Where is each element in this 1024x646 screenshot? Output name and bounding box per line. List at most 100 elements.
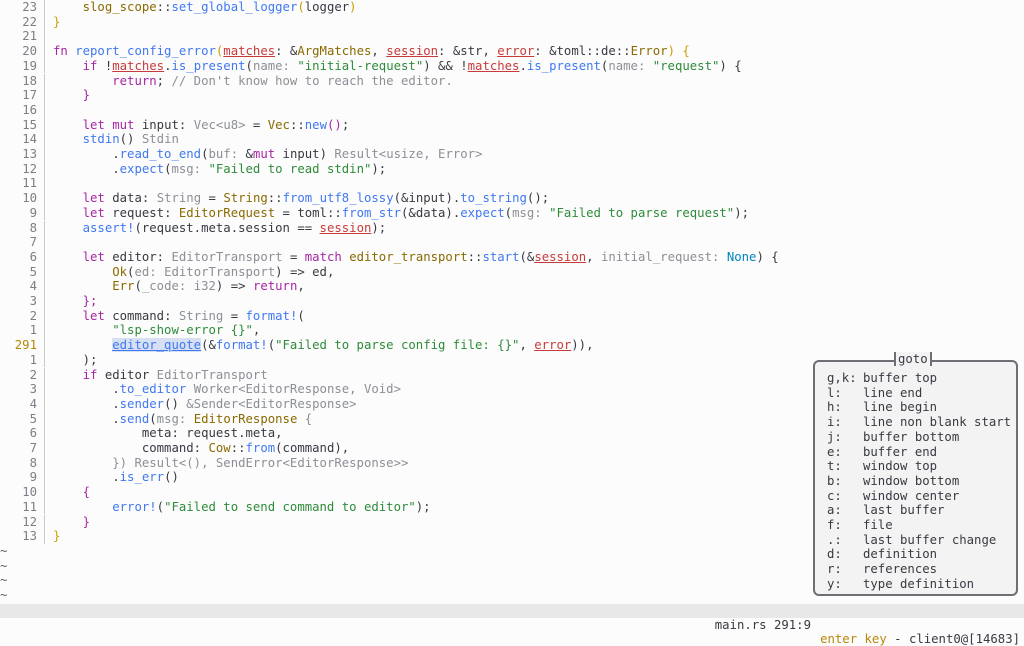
goto-menu-item[interactable]: t: window top — [827, 459, 937, 474]
code-text[interactable]: let editor: EditorTransport = match edit… — [53, 250, 779, 265]
code-line[interactable]: 2 let command: String = format!( — [0, 308, 1024, 324]
code-text[interactable]: .is_err() — [53, 470, 179, 485]
code-line[interactable]: 16 — [0, 102, 1024, 118]
line-number: 5 — [29, 264, 37, 279]
code-text[interactable]: let mut input: Vec<u8> = Vec::new(); — [53, 117, 350, 133]
code-text[interactable]: .read_to_end(buf: &mut input) Result<usi… — [53, 147, 482, 162]
code-text[interactable]: command: Cow::from(command), — [53, 441, 349, 456]
goto-menu-item[interactable]: b: window bottom — [827, 474, 959, 489]
code-line[interactable]: 5 Ok(ed: EditorTransport) => ed, — [0, 264, 1024, 280]
code-text[interactable]: } — [53, 88, 90, 103]
goto-menu-label: definition — [863, 547, 938, 562]
code-line[interactable]: 15 let mut input: Vec<u8> = Vec::new(); — [0, 117, 1024, 133]
code-token: slog_scope — [82, 0, 157, 14]
code-token: ; — [341, 117, 350, 132]
code-line[interactable]: 8 assert!(request.meta.session == sessio… — [0, 220, 1024, 236]
goto-menu-item[interactable]: j: buffer bottom — [827, 430, 959, 445]
code-line[interactable]: 17 } — [0, 88, 1024, 103]
code-line[interactable]: 12 .expect(msg: "Failed to read stdin"); — [0, 161, 1024, 177]
code-text[interactable]: { — [53, 485, 90, 500]
gutter-separator — [44, 58, 53, 74]
goto-menu-item[interactable]: i: line non blank start — [827, 415, 1011, 430]
code-text[interactable]: if !matches.is_present(name: "initial-re… — [53, 59, 742, 74]
code-text[interactable]: let data: String = String::from_utf8_los… — [53, 191, 550, 206]
gutter-separator — [44, 264, 53, 280]
code-text[interactable]: .sender() &Sender<EditorResponse> — [53, 397, 356, 412]
code-text[interactable]: meta: request.meta, — [53, 426, 283, 441]
goto-menu-item[interactable]: .: last buffer change — [827, 533, 996, 548]
code-line[interactable]: 23 slog_scope::set_global_logger(logger) — [0, 0, 1024, 15]
goto-menu-item[interactable]: f: file — [827, 518, 893, 533]
code-token: error! — [112, 499, 157, 514]
goto-menu-item[interactable]: r: references — [827, 562, 937, 577]
code-text[interactable]: } — [53, 15, 60, 30]
code-text[interactable]: slog_scope::set_global_logger(logger) — [53, 0, 357, 15]
gutter-separator — [44, 441, 53, 456]
code-text[interactable]: }) Result<(), SendError<EditorResponse>> — [53, 456, 408, 471]
code-text[interactable]: Ok(ed: EditorTransport) => ed, — [53, 265, 334, 280]
goto-menu-item[interactable]: y: type definition — [827, 577, 974, 592]
code-line[interactable]: 10 let data: String = String::from_utf8_… — [0, 191, 1024, 206]
code-token: , — [519, 338, 535, 353]
code-line[interactable]: 20 fn report_config_error(matches: &ArgMa… — [0, 44, 1024, 59]
code-line[interactable]: 18 return; // Don't know how to reach th… — [0, 73, 1024, 89]
code-text[interactable]: "lsp-show-error {}", — [53, 323, 260, 338]
code-token: ); — [53, 352, 98, 367]
code-line[interactable]: 13 .read_to_end(buf: &mut input) Result<… — [0, 147, 1024, 162]
code-token: String — [156, 191, 202, 206]
code-text[interactable]: return; // Don't know how to reach the e… — [53, 74, 453, 89]
goto-menu-item[interactable]: h: line begin — [827, 400, 937, 415]
code-text[interactable]: .send(msg: EditorResponse { — [53, 412, 312, 427]
goto-menu-item[interactable]: c: window center — [827, 489, 959, 504]
code-token: if — [82, 367, 105, 382]
code-line[interactable]: 4 Err(_code: i32) => return, — [0, 279, 1024, 294]
goto-menu-item[interactable]: e: buffer end — [827, 445, 937, 460]
code-text[interactable]: .to_editor Worker<EditorResponse, Void> — [53, 382, 401, 397]
code-token: : — [156, 249, 172, 264]
code-token: = — [201, 191, 224, 206]
code-text[interactable]: } — [53, 529, 60, 544]
code-text[interactable]: assert!(request.meta.session == session)… — [53, 220, 387, 236]
gutter-separator — [44, 88, 53, 103]
code-line[interactable]: 291 editor_quote(&format!("Failed to par… — [0, 338, 1024, 353]
code-line[interactable]: 22} — [0, 14, 1024, 30]
code-text[interactable]: let command: String = format!( — [53, 309, 305, 324]
goto-menu-item[interactable]: g,k: buffer top — [827, 371, 937, 386]
code-text[interactable]: ); — [53, 352, 98, 368]
code-token: } — [53, 529, 61, 544]
goto-menu-item[interactable]: d: definition — [827, 547, 937, 562]
code-token: ) { — [719, 58, 742, 73]
code-token: initial_request: — [600, 249, 727, 264]
code-text[interactable]: error!("Failed to send command to editor… — [53, 499, 430, 515]
code-token: EditorTransport — [164, 264, 276, 279]
code-text[interactable]: let request: EditorRequest = toml::from_… — [53, 206, 749, 221]
goto-menu-key: l: — [827, 385, 842, 400]
code-token: . — [53, 411, 120, 426]
code-token: ); — [371, 220, 387, 235]
code-line[interactable]: 19 if !matches.is_present(name: "initial… — [0, 58, 1024, 74]
code-line[interactable]: 1 "lsp-show-error {}", — [0, 323, 1024, 339]
code-text[interactable]: stdin() Stdin — [53, 132, 179, 147]
code-text[interactable]: .expect(msg: "Failed to read stdin"); — [53, 162, 386, 177]
code-text[interactable]: editor_quote(&format!("Failed to parse c… — [53, 338, 594, 353]
code-line[interactable]: 14 stdin() Stdin — [0, 132, 1024, 147]
code-line[interactable]: 3 }; — [0, 294, 1024, 309]
goto-menu-item[interactable]: a: last buffer — [827, 503, 944, 518]
code-line[interactable]: 21 — [0, 29, 1024, 45]
code-text[interactable]: } — [53, 515, 90, 530]
code-text[interactable]: Err(_code: i32) => return, — [53, 279, 305, 294]
code-line[interactable]: 6 let editor: EditorTransport = match ed… — [0, 249, 1024, 265]
code-text[interactable]: }; — [53, 294, 98, 309]
code-text[interactable]: if editor EditorTransport — [53, 368, 268, 383]
code-line[interactable]: 7 — [0, 235, 1024, 250]
code-token: () — [119, 132, 142, 147]
code-line[interactable]: 11 — [0, 176, 1024, 192]
code-line[interactable]: 9 let request: EditorRequest = toml::fro… — [0, 205, 1024, 221]
code-token: :: — [230, 441, 246, 455]
goto-menu-item[interactable]: l: line end — [827, 386, 922, 401]
code-text[interactable]: fn report_config_error(matches: &ArgMatc… — [53, 44, 690, 59]
